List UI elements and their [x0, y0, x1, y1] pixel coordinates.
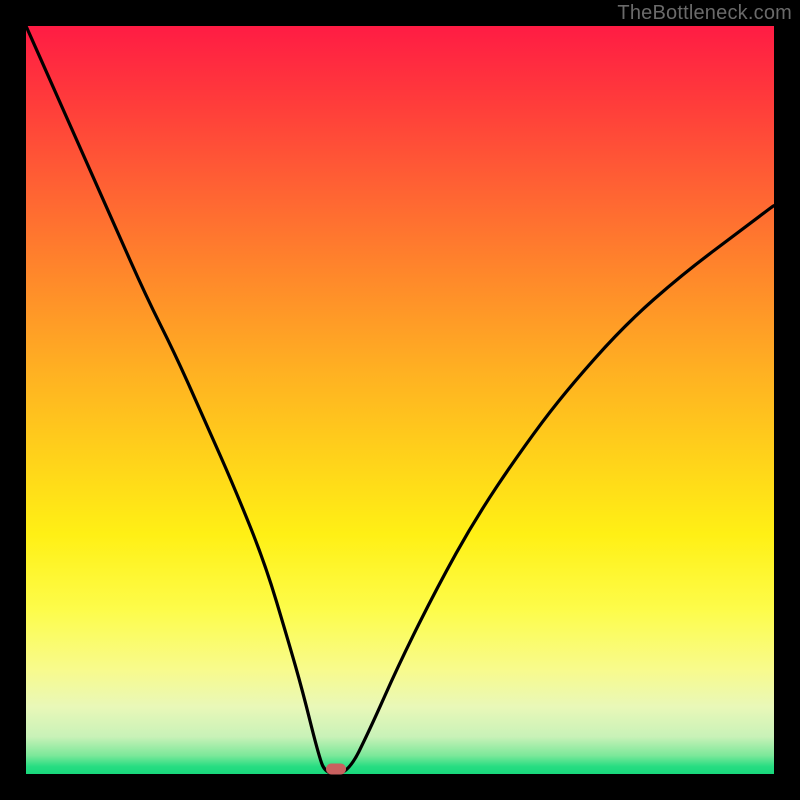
plot-area	[26, 26, 774, 774]
optimal-point-marker	[326, 763, 346, 774]
chart-frame: TheBottleneck.com	[0, 0, 800, 800]
watermark-text: TheBottleneck.com	[617, 2, 792, 25]
bottleneck-curve	[26, 26, 774, 774]
